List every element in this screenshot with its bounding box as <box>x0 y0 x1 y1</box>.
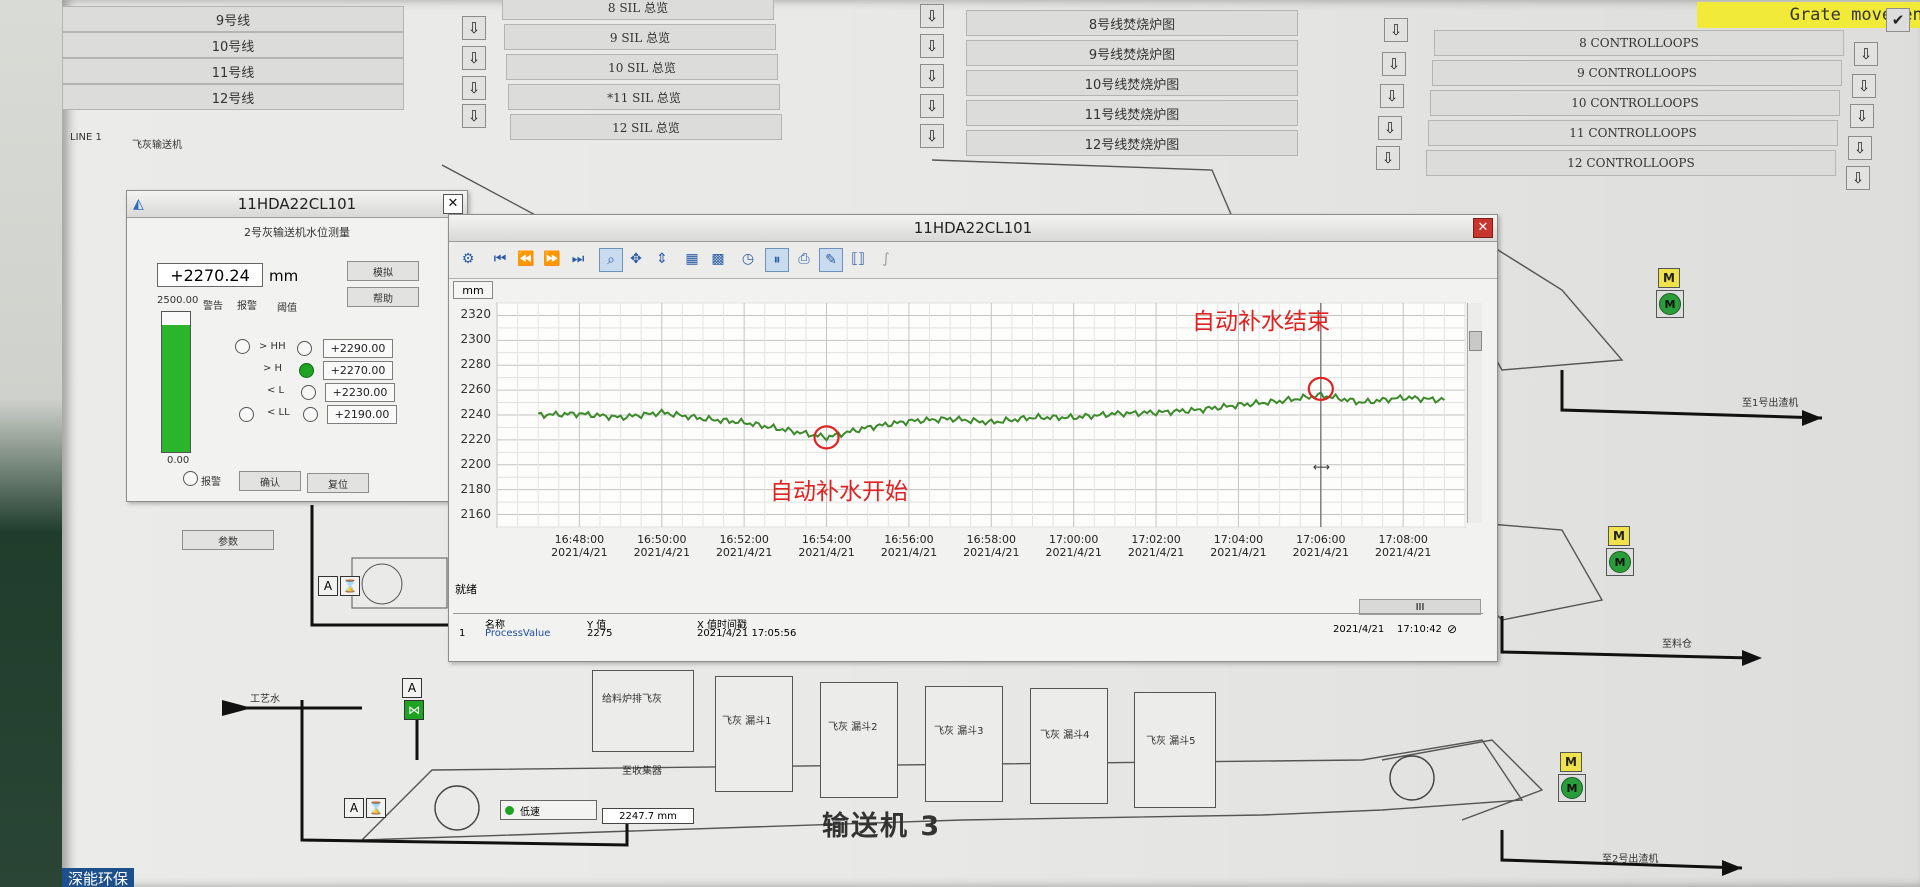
alarm-label: 报警 <box>201 477 221 488</box>
conveyor-reading: 2247.7 mm <box>602 808 694 824</box>
hopper-3 <box>925 686 1003 802</box>
hopper-label-1: 飞灰 漏斗1 <box>722 716 772 727</box>
limit-radio-h[interactable] <box>299 363 314 378</box>
simulate-button[interactable]: 模拟 <box>347 261 419 281</box>
mode-a-indicator[interactable]: A <box>344 798 364 818</box>
limit-label-hh: > HH <box>259 341 286 352</box>
table-row-index: 1 <box>459 628 466 639</box>
destination-label-2: 至料仓 <box>1662 639 1692 650</box>
photo-left-edge <box>0 0 70 887</box>
level-panel-window: ◭ 11HDA22CL101 ✕ 2号灰输送机水位测量 +2270.24 mm … <box>126 190 468 502</box>
table-row-name[interactable]: ProcessValue <box>485 628 550 639</box>
scale-max-label: 2500.00 <box>157 295 199 306</box>
hopper-2 <box>820 682 898 798</box>
ash-label: 至收集器 <box>622 766 662 777</box>
brand-watermark: 深能环保 <box>62 868 135 887</box>
limit-label-ll: < LL <box>267 407 290 418</box>
limit-value-l[interactable]: +2230.00 <box>325 383 395 402</box>
hopper-label-3: 飞灰 漏斗3 <box>934 726 984 737</box>
level-value: +2270.24 <box>157 263 263 287</box>
alarm-indicator-radio[interactable] <box>183 471 198 486</box>
status-dot-icon <box>505 805 514 815</box>
level-panel-title: 11HDA22CL101 <box>237 195 357 213</box>
vertical-scrollbar[interactable] <box>1467 303 1482 523</box>
destination-label-1: 至1号出渣机 <box>1742 398 1799 409</box>
level-panel-titlebar[interactable]: ◭ 11HDA22CL101 ✕ <box>127 191 467 218</box>
hopper-1 <box>715 676 793 792</box>
alarm-radio-hh[interactable] <box>235 339 250 354</box>
destination-label-3: 至2号出渣机 <box>1602 854 1659 865</box>
status-text: 就绪 <box>455 583 477 596</box>
speed-status: 低速 <box>500 800 597 820</box>
mode-m-indicator[interactable]: M <box>1560 752 1582 772</box>
mixer-box <box>592 670 694 752</box>
mixer-label: 给料炉排飞灰 <box>602 694 662 705</box>
mode-m-indicator[interactable]: M <box>1658 268 1680 288</box>
mode-a-indicator[interactable]: A <box>318 576 338 596</box>
source-label: 工艺水 <box>250 694 280 705</box>
scrollbar-thumb[interactable] <box>1469 331 1482 351</box>
hopper-label-4: 飞灰 漏斗4 <box>1040 730 1090 741</box>
value-table: 名称 Y 值 X 值时间戳 1 ProcessValue 2275 2021/4… <box>453 613 1483 644</box>
hourglass-icon[interactable]: ⌛ <box>366 798 386 818</box>
footer-date: 2021/4/21 <box>1333 624 1385 635</box>
level-bar-fill <box>162 324 190 452</box>
hopper-4 <box>1030 688 1108 804</box>
confirm-button[interactable]: 确认 <box>239 471 301 491</box>
motor-icon[interactable]: M <box>1656 290 1684 318</box>
conveyor-3-title: 输送机 3 <box>822 811 942 842</box>
hopper-label-5: 飞灰 漏斗5 <box>1146 736 1196 747</box>
level-panel-subtitle: 2号灰输送机水位测量 <box>244 226 350 239</box>
speed-status-label: 低速 <box>520 806 540 818</box>
trend-window: 11HDA22CL101 ✕ ⚙ ⏮ ⏪ ⏩ ⏭ ⌕ ✥ ⇕ ▦ ▩ ◷ ⏸ ⎙… <box>448 214 1498 662</box>
close-icon[interactable]: ✕ <box>443 194 463 214</box>
app-icon: ◭ <box>133 196 144 212</box>
cursor-icon: ⟷ <box>1313 460 1330 474</box>
level-bar <box>161 311 191 453</box>
limit-label-h: > H <box>263 363 283 374</box>
mode-m-indicator[interactable]: M <box>1608 526 1630 546</box>
valve-icon[interactable]: ⋈ <box>404 700 424 720</box>
motor-icon[interactable]: M <box>1558 774 1586 802</box>
limit-radio-l[interactable] <box>301 385 316 400</box>
hourglass-icon[interactable]: ⌛ <box>340 576 360 596</box>
table-row-y: 2275 <box>587 628 613 639</box>
hopper-label-2: 飞灰 漏斗2 <box>828 722 878 733</box>
level-unit: mm <box>269 267 299 285</box>
parameter-button[interactable]: 参数 <box>182 530 274 550</box>
table-row-x: 2021/4/21 17:05:56 <box>697 628 797 639</box>
hopper-5 <box>1134 692 1216 808</box>
limit-radio-hh[interactable] <box>297 341 312 356</box>
alarm-column-header: 警告 <box>203 301 223 312</box>
mode-a-indicator[interactable]: A <box>402 678 422 698</box>
trend-chart: ⟷ <box>496 302 1466 528</box>
report-column-header: 报警 <box>237 301 257 312</box>
limit-radio-ll[interactable] <box>303 407 318 422</box>
annotation-start: 自动补水开始 <box>770 479 908 505</box>
lock-icon[interactable]: ⊘ <box>1447 622 1457 636</box>
limit-value-ll[interactable]: +2190.00 <box>327 405 397 424</box>
limit-value-hh[interactable]: +2290.00 <box>323 339 393 358</box>
reset-button[interactable]: 复位 <box>307 473 369 493</box>
alarm-radio-ll[interactable] <box>239 407 254 422</box>
hmi-screen: 9号线 10号线 11号线 12号线 ⇩ ⇩ ⇩ ⇩ 8 SIL 总览 9 SI… <box>62 0 1920 887</box>
limit-label-l: < L <box>267 385 285 396</box>
motor-icon[interactable]: M <box>1606 548 1634 576</box>
limit-value-h[interactable]: +2270.00 <box>323 361 393 380</box>
limit-column-header: 阈值 <box>277 303 297 314</box>
footer-time: 17:10:42 <box>1397 624 1442 635</box>
help-button[interactable]: 帮助 <box>347 287 419 307</box>
annotation-end: 自动补水结束 <box>1192 309 1330 335</box>
scale-min-label: 0.00 <box>167 455 190 466</box>
